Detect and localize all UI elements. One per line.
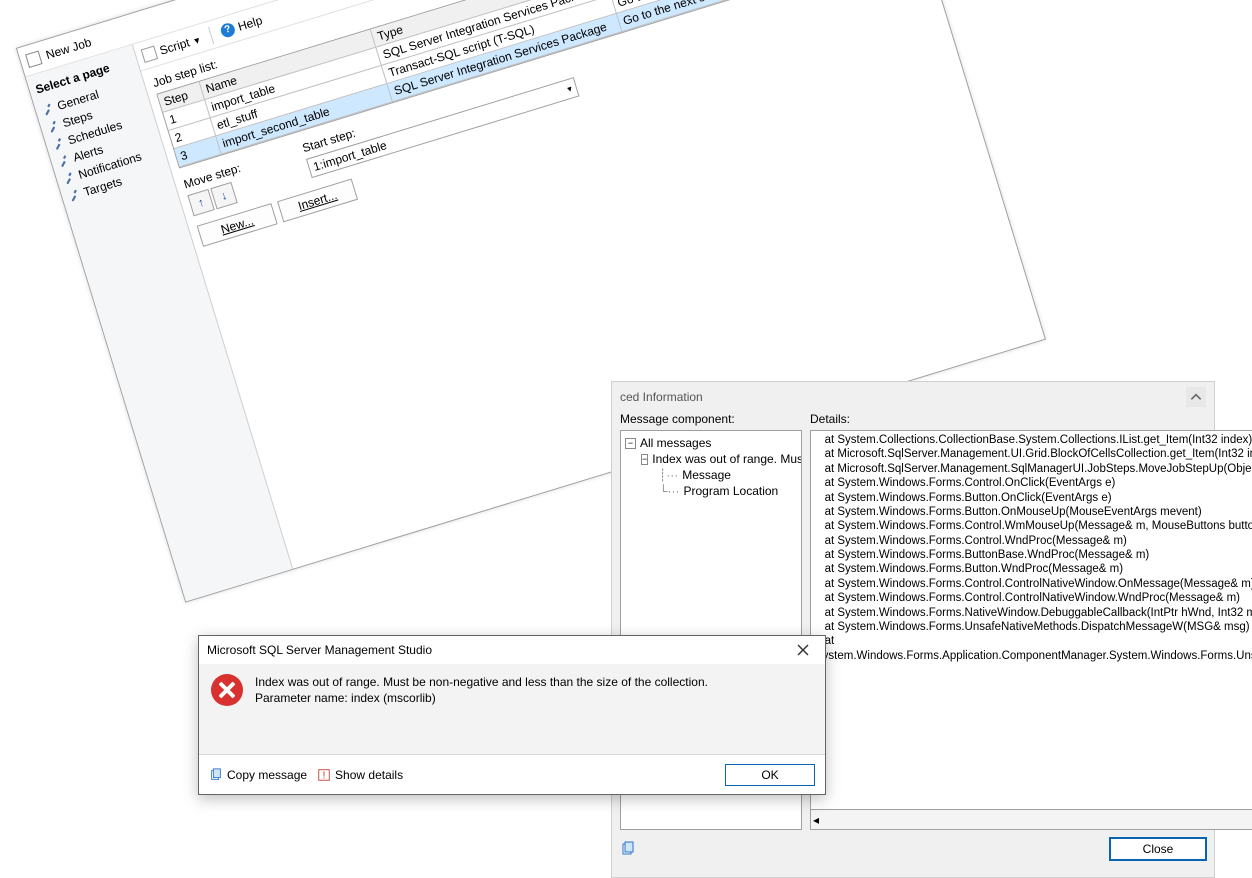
copy-icon [209,768,223,782]
wrench-icon [46,119,61,134]
close-button[interactable] [789,640,817,660]
details-icon: ! [317,768,331,782]
close-button[interactable]: Close [1110,838,1206,860]
wrench-icon [51,136,66,151]
close-icon [797,644,809,656]
scroll-left-icon[interactable]: ◂ [813,813,819,827]
error-text: Index was out of range. Must be non-nega… [255,674,708,706]
collapse-button[interactable] [1186,387,1206,407]
details-label: Details: [810,412,1252,426]
collapse-icon[interactable]: − [641,454,648,465]
error-icon [211,674,243,706]
wrench-icon [62,171,77,186]
help-icon: ? [219,21,236,38]
advanced-info-panel: ced Information Message component: −All … [611,381,1215,878]
ok-button[interactable]: OK [725,764,815,786]
copy-message-link[interactable]: Copy message [209,768,307,782]
wrench-icon [56,153,71,168]
app-icon [25,50,42,67]
chevron-up-icon [1189,390,1203,404]
details-scrollbar[interactable]: ◂ ▸ [810,810,1252,830]
advanced-info-title: ced Information [620,390,703,404]
tree-program-location[interactable]: Program Location [684,484,779,498]
show-details-link[interactable]: ! Show details [317,768,403,782]
wrench-icon [41,102,56,117]
error-dialog: Microsoft SQL Server Management Studio I… [198,635,826,795]
svg-text:!: ! [323,769,326,781]
wrench-icon [67,188,82,203]
move-up-button[interactable]: ↑ [187,189,214,216]
copy-icon[interactable] [620,841,636,857]
details-textbox[interactable]: at System.Collections.CollectionBase.Sys… [810,430,1252,810]
collapse-icon[interactable]: − [625,438,636,449]
tree-message[interactable]: Message [682,468,731,482]
error-dialog-title: Microsoft SQL Server Management Studio [207,643,432,657]
move-down-button[interactable]: ↓ [210,182,237,209]
help-link[interactable]: Help [236,13,264,34]
message-component-label: Message component: [620,412,802,426]
script-icon [141,45,158,62]
